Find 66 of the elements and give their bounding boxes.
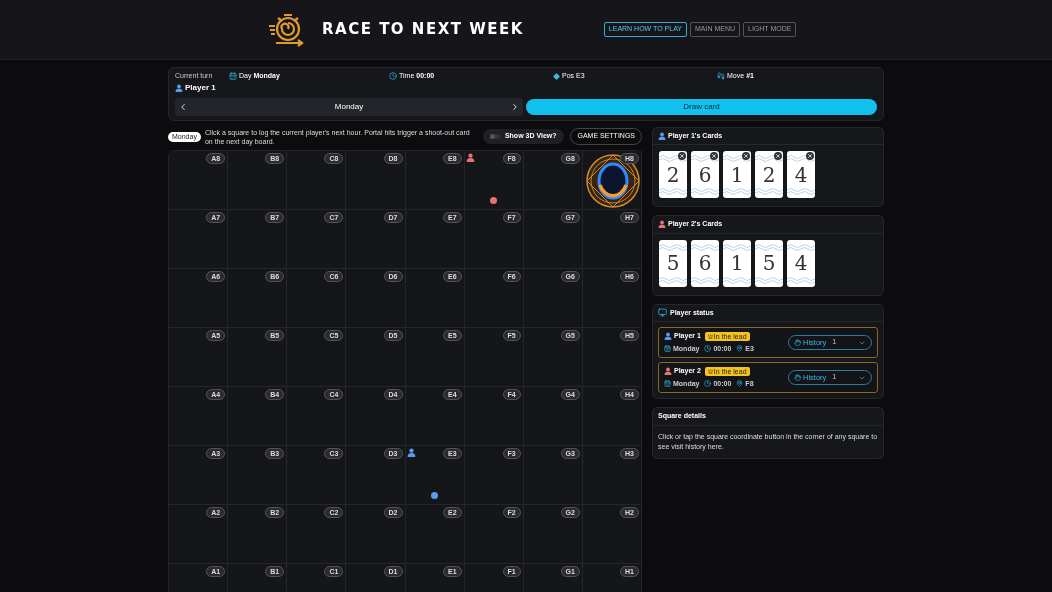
- wave-pattern-icon: [691, 187, 719, 195]
- wave-pattern-icon: [787, 242, 815, 251]
- player-token-icon: [465, 152, 475, 162]
- number-card[interactable]: 5: [659, 239, 687, 287]
- footsteps-icon: [717, 72, 725, 81]
- wave-pattern-icon: [659, 242, 687, 251]
- wave-pattern-icon: [787, 154, 815, 162]
- wave-pattern-icon: [755, 154, 783, 162]
- calendar-icon: [664, 380, 671, 388]
- number-card[interactable]: 4: [787, 151, 815, 198]
- current-player: Player 1: [185, 81, 216, 94]
- card-number: 1: [730, 161, 744, 189]
- clock-icon: [704, 345, 712, 353]
- wave-pattern-icon: [659, 275, 687, 284]
- toggle-switch[interactable]: [489, 134, 500, 139]
- wave-pattern-icon: [723, 242, 751, 251]
- number-card[interactable]: 1: [723, 151, 751, 198]
- number-card[interactable]: 1: [723, 239, 751, 287]
- selected-day: Monday: [191, 100, 507, 113]
- remove-card-button[interactable]: [774, 152, 782, 160]
- number-card[interactable]: 5: [755, 239, 783, 287]
- calendar-icon: [229, 72, 237, 81]
- wave-pattern-icon: [755, 275, 783, 284]
- number-card[interactable]: 6: [691, 239, 719, 287]
- calendar-icon: [664, 345, 671, 353]
- remove-card-button[interactable]: [678, 152, 686, 160]
- wave-pattern-icon: [723, 187, 751, 195]
- wave-pattern-icon: [755, 242, 783, 251]
- clock-icon: [389, 72, 397, 81]
- clock-icon: [704, 380, 712, 388]
- card-number: 6: [698, 161, 712, 189]
- wave-pattern-icon: [691, 154, 719, 162]
- wave-pattern-icon: [659, 187, 687, 195]
- next-day-icon[interactable]: [510, 101, 520, 112]
- card-number: 4: [794, 161, 808, 189]
- location-pin-icon: [736, 345, 744, 353]
- number-card[interactable]: 4: [787, 239, 815, 287]
- card-number: 2: [666, 161, 680, 189]
- wave-pattern-icon: [659, 154, 687, 162]
- number-card[interactable]: 2: [755, 151, 783, 198]
- wave-pattern-icon: [787, 187, 815, 195]
- wave-pattern-icon: [691, 275, 719, 284]
- remove-card-button[interactable]: [742, 152, 750, 160]
- card-number: 4: [794, 250, 808, 277]
- player-token-icon: [406, 447, 416, 457]
- previous-day-icon[interactable]: [178, 101, 188, 112]
- diamond-icon: [553, 72, 560, 80]
- day-selector[interactable]: Monday: [175, 97, 523, 116]
- wave-pattern-icon: [691, 242, 719, 251]
- card-number: 5: [666, 250, 680, 277]
- portal-drawing: [584, 152, 641, 209]
- card-number: 5: [762, 250, 776, 277]
- wave-pattern-icon: [723, 275, 751, 284]
- remove-card-button[interactable]: [806, 152, 814, 160]
- card-number: 1: [730, 250, 744, 277]
- number-card[interactable]: 6: [691, 151, 719, 198]
- remove-card-button[interactable]: [710, 152, 718, 160]
- card-number: 2: [762, 161, 776, 189]
- game-title: RACE TO NEXT WEEK: [322, 19, 524, 41]
- draw-card-button[interactable]: Draw card: [526, 98, 877, 115]
- wave-pattern-icon: [787, 275, 815, 284]
- card-number: 6: [698, 250, 712, 277]
- number-card[interactable]: 2: [659, 151, 687, 198]
- location-pin-icon: [736, 380, 744, 388]
- wave-pattern-icon: [755, 187, 783, 195]
- wave-pattern-icon: [723, 154, 751, 162]
